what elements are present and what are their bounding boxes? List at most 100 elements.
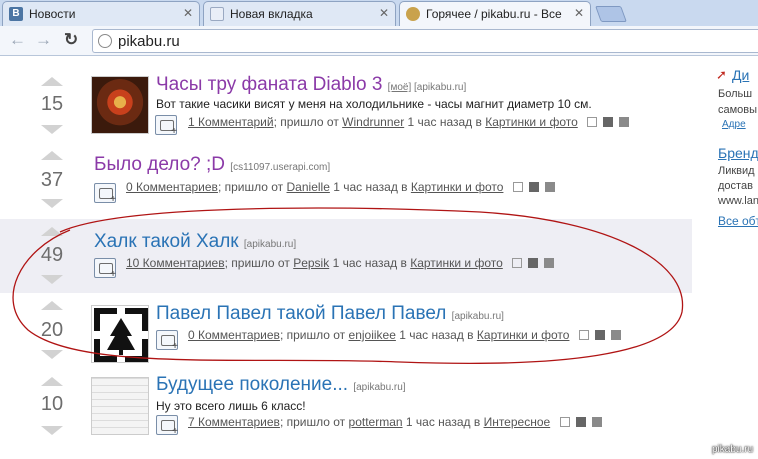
comments-link[interactable]: 10 Комментариев bbox=[126, 256, 225, 270]
category-link[interactable]: Картинки и фото bbox=[411, 180, 504, 194]
comments-link[interactable]: 0 Комментариев bbox=[126, 180, 218, 194]
list-item: 10 Будущее поколение... [apikabu.ru] Ну … bbox=[0, 367, 692, 459]
page-content: 15 Часы тру фаната Diablo 3 [моё] [apika… bbox=[0, 57, 758, 459]
vote-down-icon[interactable] bbox=[41, 199, 63, 208]
reload-icon[interactable]: ↻ bbox=[64, 31, 78, 49]
new-tab-button[interactable] bbox=[595, 6, 627, 22]
ad-text: Больш bbox=[718, 88, 753, 100]
twitter-icon[interactable] bbox=[610, 330, 621, 340]
vote-down-icon[interactable] bbox=[41, 275, 63, 284]
twitter-icon[interactable] bbox=[619, 117, 630, 127]
post-description: Вот такие часики висят у меня на холодил… bbox=[156, 97, 592, 111]
post-thumbnail[interactable] bbox=[91, 377, 149, 435]
camera-icon bbox=[156, 330, 178, 352]
save-icon[interactable] bbox=[512, 258, 523, 268]
vote-up-icon[interactable] bbox=[41, 77, 63, 86]
comments-link[interactable]: 0 Комментариев bbox=[188, 328, 280, 342]
post-title[interactable]: Часы тру фаната Diablo 3 [моё] [apikabu.… bbox=[156, 74, 466, 96]
twitter-icon[interactable] bbox=[544, 182, 555, 192]
comments-link[interactable]: 7 Комментариев bbox=[188, 415, 280, 429]
camera-icon bbox=[155, 115, 177, 137]
close-icon[interactable]: ✕ bbox=[574, 6, 584, 20]
close-icon[interactable]: ✕ bbox=[183, 6, 193, 20]
sidebar-ads: ➚ Ди Больш самовы Адре Бренд Ликвид дост… bbox=[708, 57, 758, 459]
save-icon[interactable] bbox=[512, 182, 523, 192]
ad-text: достав bbox=[718, 180, 753, 192]
ad-text: самовы bbox=[718, 104, 758, 116]
tab-label: Новости bbox=[29, 7, 76, 21]
post-title[interactable]: Было дело? ;D [cs11097.userapi.com] bbox=[94, 154, 330, 176]
post-score: 10 bbox=[40, 393, 64, 415]
list-item: 15 Часы тру фаната Diablo 3 [моё] [apika… bbox=[0, 57, 692, 147]
save-icon[interactable] bbox=[578, 330, 589, 340]
globe-icon bbox=[98, 34, 112, 48]
vote-up-icon[interactable] bbox=[41, 301, 63, 310]
vote-up-icon[interactable] bbox=[41, 151, 63, 160]
category-link[interactable]: Картинки и фото bbox=[485, 115, 578, 129]
post-score: 37 bbox=[40, 169, 64, 191]
comments-link[interactable]: 1 Комментарий bbox=[188, 115, 274, 129]
save-icon[interactable] bbox=[587, 117, 598, 127]
post-meta: 0 Комментариев; пришло от enjoiikee 1 ча… bbox=[188, 328, 621, 342]
watermark: pikabu.ru bbox=[712, 444, 754, 455]
vote-up-icon[interactable] bbox=[41, 227, 63, 236]
ad-title[interactable]: Бренд bbox=[718, 145, 758, 161]
post-title[interactable]: Халк такой Халк [apikabu.ru] bbox=[94, 231, 296, 253]
facebook-icon[interactable] bbox=[528, 182, 539, 192]
ad-address-link[interactable]: Адре bbox=[722, 119, 746, 130]
facebook-icon[interactable] bbox=[594, 330, 605, 340]
address-text: pikabu.ru bbox=[118, 33, 180, 50]
tree-logo-icon bbox=[94, 308, 148, 362]
facebook-icon[interactable] bbox=[603, 117, 614, 127]
vote-up-icon[interactable] bbox=[41, 377, 63, 386]
ad-text: www.lan bbox=[718, 195, 758, 207]
tab-news[interactable]: В Новости ✕ bbox=[2, 1, 200, 26]
facebook-icon[interactable] bbox=[575, 417, 586, 427]
post-meta: 1 Комментарий; пришло от Windrunner 1 ча… bbox=[188, 115, 630, 129]
vote-down-icon[interactable] bbox=[41, 125, 63, 134]
post-source: [cs11097.userapi.com] bbox=[230, 162, 331, 173]
source-tag[interactable]: [моё] bbox=[388, 82, 412, 93]
twitter-icon[interactable] bbox=[591, 417, 602, 427]
tab-label: Горячее / pikabu.ru - Все bbox=[426, 7, 562, 21]
browser-toolbar: ← → ↻ pikabu.ru bbox=[0, 26, 758, 56]
post-source: [apikabu.ru] bbox=[353, 382, 406, 393]
save-icon[interactable] bbox=[559, 417, 570, 427]
twitter-icon[interactable] bbox=[544, 258, 555, 268]
camera-icon bbox=[156, 415, 178, 437]
address-bar[interactable]: pikabu.ru bbox=[92, 29, 758, 53]
ad-title[interactable]: Ди bbox=[732, 67, 749, 83]
author-link[interactable]: Danielle bbox=[287, 180, 330, 194]
camera-icon bbox=[94, 183, 116, 205]
vote-down-icon[interactable] bbox=[41, 350, 63, 359]
all-ads-link[interactable]: Все обт bbox=[718, 214, 758, 228]
ad-text: Ликвид bbox=[718, 165, 755, 177]
author-link[interactable]: Pepsik bbox=[293, 256, 329, 270]
tab-bar: В Новости ✕ Новая вкладка ✕ Горячее / pi… bbox=[0, 0, 758, 27]
list-item: 37 Было дело? ;D [cs11097.userapi.com] 0… bbox=[0, 147, 692, 219]
post-thumbnail[interactable] bbox=[91, 305, 149, 363]
post-title[interactable]: Павел Павел такой Павел Павел [apikabu.r… bbox=[156, 303, 504, 325]
post-title[interactable]: Будущее поколение... [apikabu.ru] bbox=[156, 374, 406, 396]
close-icon[interactable]: ✕ bbox=[379, 6, 389, 20]
list-item: 49 Халк такой Халк [apikabu.ru] 10 Комме… bbox=[0, 219, 692, 293]
pikabu-icon bbox=[406, 7, 420, 21]
vote-down-icon[interactable] bbox=[41, 426, 63, 435]
post-thumbnail[interactable] bbox=[91, 76, 149, 134]
post-score: 49 bbox=[40, 244, 64, 266]
post-meta: 7 Комментариев; пришло от potterman 1 ча… bbox=[188, 415, 602, 429]
author-link[interactable]: Windrunner bbox=[342, 115, 404, 129]
back-arrow-icon[interactable]: ← bbox=[9, 31, 26, 49]
post-source: [apikabu.ru] bbox=[243, 239, 297, 250]
post-meta: 0 Комментариев; пришло от Danielle 1 час… bbox=[126, 180, 555, 194]
tab-new-tab[interactable]: Новая вкладка ✕ bbox=[203, 1, 396, 26]
tab-pikabu[interactable]: Горячее / pikabu.ru - Все ✕ bbox=[399, 1, 591, 27]
category-link[interactable]: Интересное bbox=[484, 415, 551, 429]
facebook-icon[interactable] bbox=[528, 258, 539, 268]
category-link[interactable]: Картинки и фото bbox=[477, 328, 570, 342]
author-link[interactable]: potterman bbox=[349, 415, 403, 429]
forward-arrow-icon[interactable]: → bbox=[35, 31, 52, 49]
author-link[interactable]: enjoiikee bbox=[349, 328, 396, 342]
list-item: 20 Павел Павел такой Павел Павел [apikab… bbox=[0, 293, 692, 367]
category-link[interactable]: Картинки и фото bbox=[410, 256, 503, 270]
